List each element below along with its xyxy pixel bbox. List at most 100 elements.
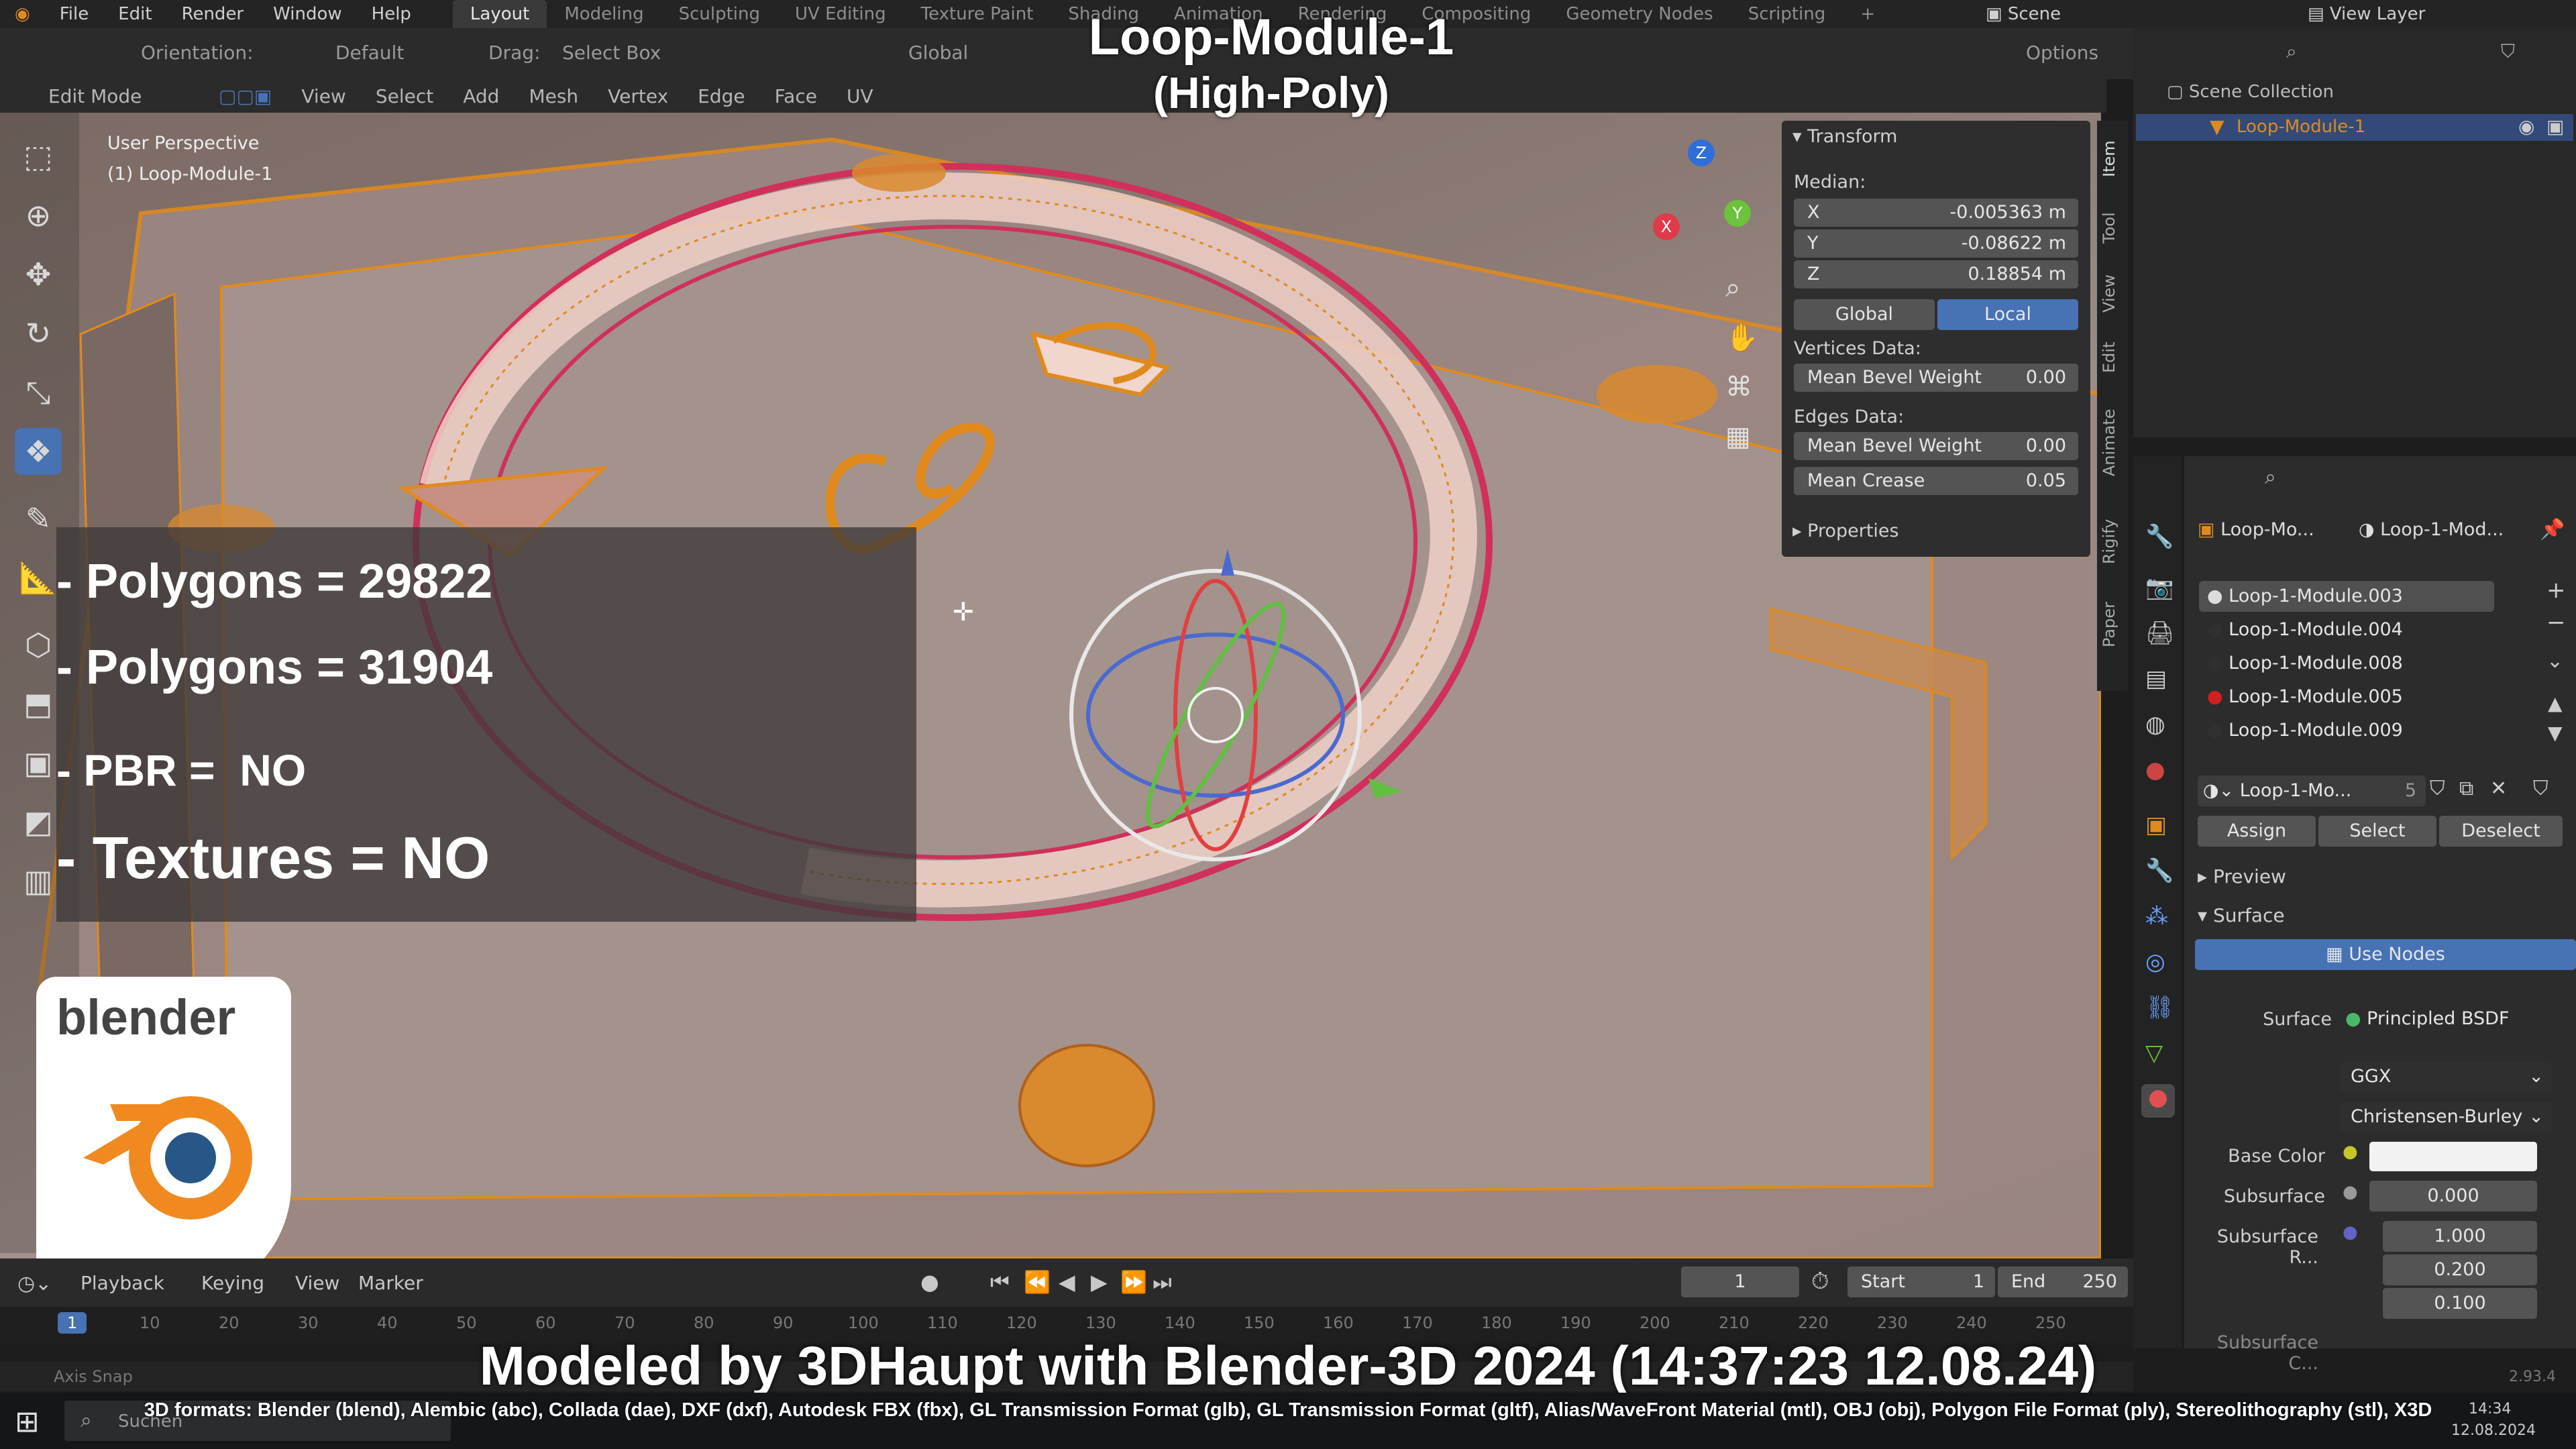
menu-uv[interactable]: UV [832, 85, 888, 107]
tab-animate[interactable]: Animate [2100, 402, 2125, 483]
menu-edit[interactable]: Edit [103, 4, 166, 24]
outliner-search-icon[interactable]: ⌕ [2286, 40, 2297, 63]
add-cube-icon[interactable]: ⬡ [15, 621, 62, 668]
next-keyframe-icon[interactable]: ⏩ [1120, 1269, 1147, 1295]
pan-hand-icon[interactable]: ✋ [1725, 322, 1759, 354]
tab-rigify[interactable]: Rigify [2100, 511, 2125, 572]
tab-view[interactable]: View [2100, 267, 2125, 321]
visibility-eye-icon[interactable]: ◉ [2518, 115, 2534, 138]
physics-props-icon[interactable]: ◎ [2145, 949, 2165, 975]
playhead[interactable]: 1 [58, 1312, 87, 1334]
menu-face[interactable]: Face [760, 85, 832, 107]
tab-modeling[interactable]: Modeling [547, 0, 661, 28]
measure-icon[interactable]: 📐 [15, 554, 62, 601]
subsurface-field[interactable]: 0.000 [2369, 1181, 2537, 1212]
jump-start-icon[interactable]: ⏮ [990, 1269, 1010, 1295]
menu-file[interactable]: File [45, 4, 104, 24]
add-workspace-icon[interactable]: + [1843, 0, 1892, 28]
output-props-icon[interactable]: 🖨 [2145, 620, 2174, 647]
vertex-bevel-weight-field[interactable]: Mean Bevel Weight 0.00 [1794, 364, 2078, 392]
transform-space-dropdown[interactable]: Global [908, 42, 968, 64]
loop-cut-icon[interactable]: ▥ [15, 857, 62, 904]
move-slot-down-icon[interactable]: ▼ [2548, 722, 2563, 744]
inset-icon[interactable]: ▣ [15, 739, 62, 786]
rotate-icon[interactable]: ↻ [15, 310, 62, 357]
material-slot[interactable]: ● Loop-1-Module.004 [2199, 614, 2494, 645]
material-slot[interactable]: ● Loop-1-Module.005 [2199, 682, 2494, 712]
tab-uv-editing[interactable]: UV Editing [777, 0, 904, 28]
browse-filter-icon[interactable]: ⛉ [2533, 777, 2548, 800]
modifier-props-icon[interactable]: 🔧 [2145, 857, 2174, 884]
scene-props-icon[interactable]: ◍ [2145, 711, 2165, 738]
tool-props-icon[interactable]: 🔧 [2145, 523, 2174, 550]
menu-edge[interactable]: Edge [683, 85, 759, 107]
tab-sculpting[interactable]: Sculpting [661, 0, 777, 28]
transform-icon[interactable]: ❖ [15, 428, 62, 475]
tab-scripting[interactable]: Scripting [1731, 0, 1843, 28]
menu-add[interactable]: Add [448, 85, 514, 107]
menu-keying[interactable]: Keying [201, 1272, 264, 1294]
annotate-icon[interactable]: ✎ [15, 495, 62, 542]
menu-help[interactable]: Help [357, 4, 426, 24]
start-frame-field[interactable]: Start 1 [1847, 1267, 1995, 1297]
scale-icon[interactable]: ⤡ [15, 369, 62, 416]
options-dropdown[interactable]: Options [2026, 42, 2098, 64]
record-icon[interactable]: ● [920, 1269, 939, 1295]
blender-menu-icon[interactable]: ◉ [0, 4, 45, 24]
remove-slot-icon[interactable]: − [2546, 609, 2566, 636]
object-props-icon[interactable]: ▣ [2145, 812, 2167, 839]
slot-specials-icon[interactable]: ⌄ [2546, 649, 2563, 673]
duplicate-material-icon[interactable]: ⧉ [2459, 777, 2473, 800]
median-z-field[interactable]: Z 0.18854 m [1794, 260, 2078, 288]
unlink-material-icon[interactable]: ✕ [2490, 777, 2507, 800]
outliner-item-loop-module[interactable]: ▼ Loop-Module-1 ◉ ▣ [2136, 114, 2573, 141]
particles-props-icon[interactable]: ⁂ [2145, 903, 2168, 930]
subsurface-radius-x[interactable]: 1.000 [2383, 1221, 2537, 1252]
move-slot-up-icon[interactable]: ▲ [2548, 692, 2563, 714]
editor-type-icon[interactable]: ◷⌄ [17, 1272, 52, 1295]
material-slot[interactable]: ● Loop-1-Module.003 [2199, 581, 2494, 612]
median-x-field[interactable]: X -0.005363 m [1794, 199, 2078, 227]
select-box-icon[interactable]: ⬚ [15, 133, 62, 180]
view-layer-selector[interactable]: ▤ View Layer [2308, 0, 2425, 28]
move-icon[interactable]: ✥ [15, 251, 62, 298]
grid-icon[interactable]: ▦ [1725, 421, 1751, 452]
menu-window[interactable]: Window [258, 4, 357, 24]
transform-header[interactable]: ▾ Transform [1792, 126, 1897, 147]
drag-dropdown[interactable]: Select Box [562, 42, 696, 64]
global-button[interactable]: Global [1794, 299, 1935, 330]
subsurface-radius-y[interactable]: 0.200 [2383, 1254, 2537, 1285]
tab-tool[interactable]: Tool [2100, 201, 2125, 255]
edge-crease-field[interactable]: Mean Crease 0.05 [1794, 467, 2078, 495]
view-layer-props-icon[interactable]: ▤ [2145, 665, 2167, 692]
subsurface-method-dropdown[interactable]: Christensen-Burley ⌄ [2340, 1102, 2552, 1132]
navigation-gizmo[interactable]: Z Y X [1637, 140, 1758, 260]
jump-end-icon[interactable]: ⏭ [1152, 1269, 1172, 1295]
edit-mode-dropdown[interactable]: Edit Mode [34, 85, 204, 107]
axis-y-icon[interactable]: Y [1724, 200, 1751, 227]
data-props-icon[interactable]: ▽ [2145, 1040, 2163, 1067]
local-button[interactable]: Local [1937, 299, 2078, 330]
subsurface-radius-z[interactable]: 0.100 [2383, 1288, 2537, 1319]
extrude-icon[interactable]: ⬒ [15, 680, 62, 727]
fake-user-icon[interactable]: ⛉ [2430, 777, 2445, 800]
surface-panel-header[interactable]: ▾ Surface [2198, 904, 2285, 926]
select-button[interactable]: Select [2318, 816, 2436, 847]
camera-icon[interactable]: ⌘ [1725, 372, 1752, 402]
material-slot[interactable]: ● Loop-1-Module.008 [2199, 648, 2494, 679]
tab-paper[interactable]: Paper [2100, 594, 2125, 655]
render-props-icon[interactable]: 📷 [2145, 574, 2174, 601]
play-reverse-icon[interactable]: ◀ [1059, 1269, 1075, 1295]
surface-shader-field[interactable]: ● Principled BSDF [2345, 1004, 2567, 1034]
menu-vertex[interactable]: Vertex [593, 85, 683, 107]
use-nodes-button[interactable]: ▦ Use Nodes [2195, 939, 2576, 970]
tab-geometry-nodes[interactable]: Geometry Nodes [1548, 0, 1730, 28]
menu-marker[interactable]: Marker [358, 1272, 423, 1294]
prev-keyframe-icon[interactable]: ⏪ [1024, 1269, 1051, 1295]
cursor-icon[interactable]: ⊕ [15, 192, 62, 239]
assign-button[interactable]: Assign [2198, 816, 2316, 847]
zoom-icon[interactable]: ⌕ [1725, 272, 1740, 303]
properties-header[interactable]: ▸ Properties [1792, 521, 1899, 541]
material-browse[interactable]: ◑⌄ Loop-1-Mo... 5 [2198, 775, 2426, 806]
distribution-dropdown[interactable]: GGX ⌄ [2340, 1061, 2552, 1092]
